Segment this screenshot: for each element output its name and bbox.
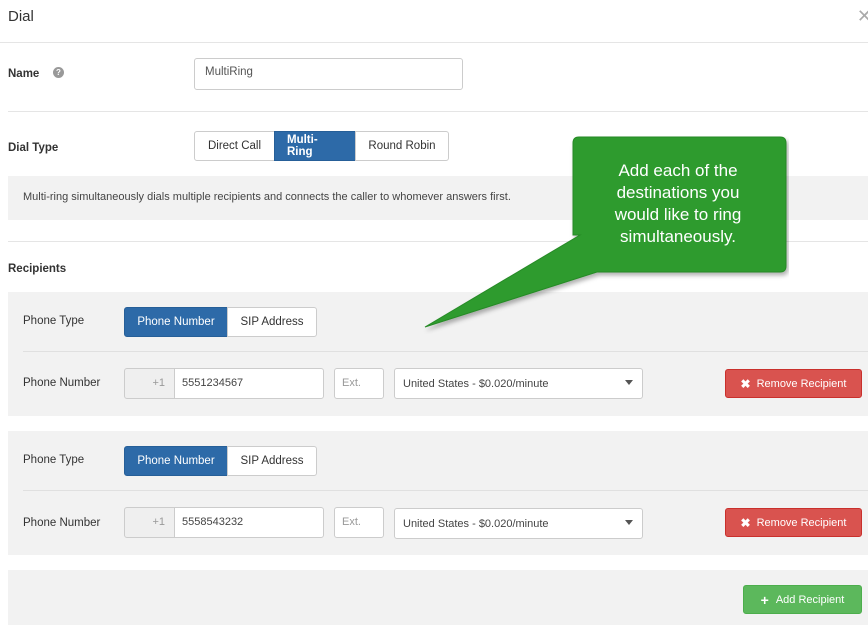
remove-icon: ✖ (740, 515, 751, 530)
callout-line: simultaneously. (620, 227, 736, 246)
phone-type-phone-number[interactable]: Phone Number (124, 307, 228, 337)
dialog-title: Dial (8, 8, 34, 25)
extension-input[interactable]: Ext. (334, 368, 384, 399)
dial-type-toggle: Direct Call Multi-Ring Round Robin (194, 131, 449, 161)
dial-type-label: Dial Type (8, 142, 59, 154)
recipient-panel: Phone Type Phone Number SIP Address Phon… (8, 292, 868, 416)
phone-type-sip-address[interactable]: SIP Address (227, 446, 317, 476)
country-code-prefix: +1 (124, 507, 175, 538)
plus-icon: + (760, 591, 769, 608)
country-code-prefix: +1 (124, 368, 175, 399)
recipients-label: Recipients (8, 263, 67, 275)
caret-down-icon (625, 520, 633, 525)
recipient-panel: Phone Type Phone Number SIP Address Phon… (8, 431, 868, 555)
phone-type-label: Phone Type (23, 454, 85, 466)
phone-type-toggle: Phone Number SIP Address (124, 307, 317, 337)
rate-select[interactable]: United States - $0.020/minute (394, 368, 643, 399)
add-recipient-panel (8, 570, 868, 625)
remove-recipient-label: Remove Recipient (756, 516, 847, 529)
add-recipient-button[interactable]: + Add Recipient (743, 585, 862, 614)
callout-line: Add each of the (618, 161, 738, 180)
remove-icon: ✖ (740, 376, 751, 391)
name-input[interactable]: MultiRing (194, 58, 463, 90)
phone-number-input[interactable]: 5551234567 (174, 368, 324, 399)
phone-type-label: Phone Type (23, 315, 85, 327)
phone-number-label: Phone Number (23, 517, 101, 529)
dial-type-round-robin[interactable]: Round Robin (355, 131, 449, 161)
callout-line: destinations you (616, 183, 740, 202)
caret-down-icon (625, 380, 633, 385)
remove-recipient-button[interactable]: ✖ Remove Recipient (725, 369, 862, 398)
remove-recipient-button[interactable]: ✖ Remove Recipient (725, 508, 862, 537)
dial-type-multi-ring[interactable]: Multi-Ring (274, 131, 356, 161)
remove-recipient-label: Remove Recipient (756, 377, 847, 390)
divider (23, 351, 868, 352)
phone-number-input[interactable]: 5558543232 (174, 507, 324, 538)
rate-select-value: United States - $0.020/minute (403, 378, 549, 390)
question-circle-icon[interactable]: ? (53, 67, 64, 78)
close-icon[interactable]: ✕ (857, 6, 868, 27)
add-recipient-label: Add Recipient (775, 593, 845, 606)
dialog-header: Dial ✕ (0, 0, 868, 43)
dial-type-direct-call[interactable]: Direct Call (194, 131, 275, 161)
callout-line: would like to ring (614, 205, 742, 224)
divider (23, 490, 868, 491)
callout-text: Add each of the destinations you would l… (573, 160, 783, 248)
phone-type-sip-address[interactable]: SIP Address (227, 307, 317, 337)
phone-number-label: Phone Number (23, 377, 101, 389)
phone-type-phone-number[interactable]: Phone Number (124, 446, 228, 476)
phone-type-toggle: Phone Number SIP Address (124, 446, 317, 476)
rate-select-value: United States - $0.020/minute (403, 518, 549, 530)
divider (8, 111, 868, 112)
name-label: Name (8, 68, 40, 80)
extension-input[interactable]: Ext. (334, 507, 384, 538)
rate-select[interactable]: United States - $0.020/minute (394, 508, 643, 539)
